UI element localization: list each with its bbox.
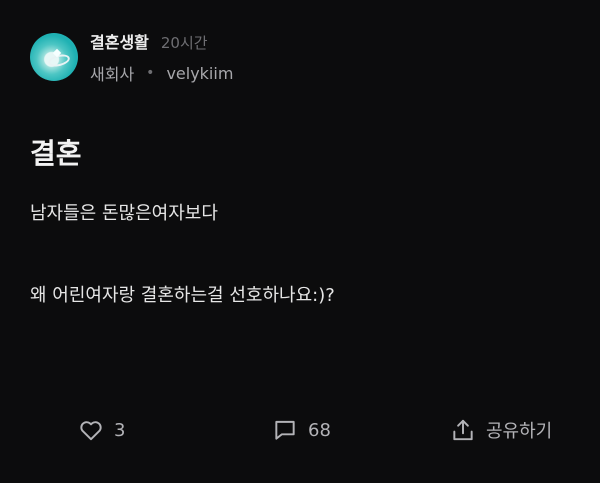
- share-button[interactable]: 공유하기: [450, 410, 552, 450]
- post-card: 결혼생활 20시간 새회사 • velykiim 결혼 남자들은 돈많은여자보다…: [0, 0, 600, 483]
- action-bar: 3 68 공유하기: [0, 410, 600, 450]
- meta-row-bottom: 새회사 • velykiim: [90, 61, 233, 85]
- meta-row-top: 결혼생활 20시간: [90, 29, 233, 53]
- post-header: 결혼생활 20시간 새회사 • velykiim: [30, 30, 233, 84]
- post-meta: 결혼생활 20시간 새회사 • velykiim: [90, 29, 233, 85]
- heart-icon: [80, 421, 102, 441]
- post-body-line: 남자들은 돈많은여자보다: [30, 203, 218, 224]
- like-count: 3: [114, 419, 126, 441]
- post-body-line: 왜 어린여자랑 결혼하는걸 선호하나요:)?: [30, 285, 335, 306]
- comment-button[interactable]: 68: [272, 410, 331, 450]
- comment-icon: [275, 420, 295, 440]
- author-affiliation: 새회사: [90, 65, 135, 84]
- like-button[interactable]: 3: [78, 410, 125, 450]
- share-label: 공유하기: [486, 421, 553, 442]
- author-name[interactable]: velykiim: [166, 64, 233, 83]
- comment-count: 68: [308, 419, 331, 441]
- post-time: 20시간: [160, 34, 208, 52]
- meta-separator: •: [146, 65, 155, 81]
- community-name[interactable]: 결혼생활: [90, 29, 149, 53]
- post-title: 결혼: [30, 137, 82, 170]
- community-avatar[interactable]: [30, 33, 78, 81]
- share-icon: [453, 419, 473, 441]
